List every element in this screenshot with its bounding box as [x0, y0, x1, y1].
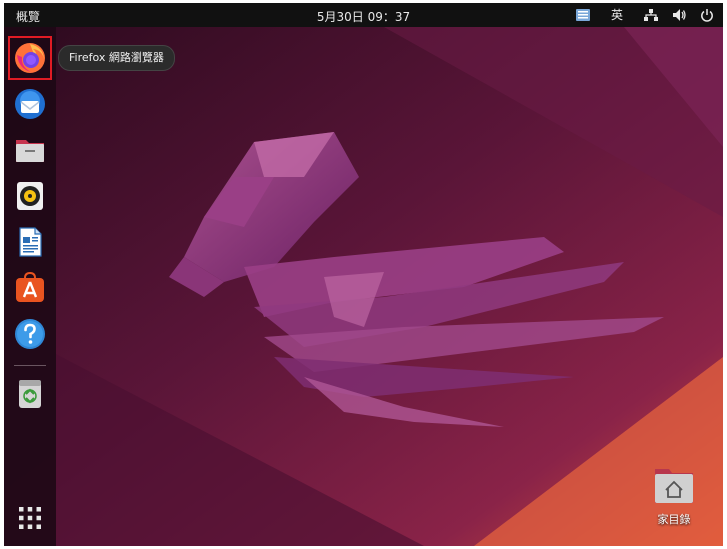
power-icon[interactable]: [699, 7, 715, 23]
help-icon: [15, 319, 45, 349]
firefox-icon: [15, 43, 45, 73]
dock-item-firefox[interactable]: [8, 36, 52, 80]
wallpaper: [4, 27, 723, 546]
dock: [4, 27, 56, 546]
input-method-indicator[interactable]: 英: [611, 6, 623, 23]
files-icon: [16, 140, 44, 162]
dock-item-trash[interactable]: [9, 373, 51, 415]
network-icon[interactable]: [643, 7, 659, 23]
dock-item-rhythmbox[interactable]: [9, 175, 51, 217]
dock-separator: [14, 365, 46, 366]
writer-icon: [19, 227, 42, 257]
dock-item-help[interactable]: [9, 313, 51, 355]
app-center-icon: [16, 271, 44, 302]
dock-item-show-applications[interactable]: [9, 497, 51, 539]
system-tray: 英: [575, 6, 715, 23]
dock-item-files[interactable]: [9, 129, 51, 171]
dock-item-app-center[interactable]: [9, 267, 51, 309]
home-folder-icon: [655, 469, 693, 503]
thunderbird-icon: [15, 89, 45, 119]
top-bar: 概覽 5月30日 09：37 英: [4, 3, 723, 27]
desktop-screen: 概覽 5月30日 09：37 英 Firefox 網路瀏覽器 家目錄: [4, 3, 723, 546]
volume-icon[interactable]: [671, 7, 687, 23]
desktop-home-label: 家目錄: [657, 513, 691, 526]
desktop-home-icon[interactable]: 家目錄: [644, 465, 704, 527]
keyboard-layout-icon[interactable]: [575, 7, 591, 23]
app-grid-icon: [19, 507, 41, 529]
dock-item-thunderbird[interactable]: [9, 83, 51, 125]
rhythmbox-icon: [17, 182, 43, 210]
dock-item-writer[interactable]: [9, 221, 51, 263]
trash-icon: [19, 380, 41, 408]
dock-tooltip: Firefox 網路瀏覽器: [58, 45, 175, 71]
